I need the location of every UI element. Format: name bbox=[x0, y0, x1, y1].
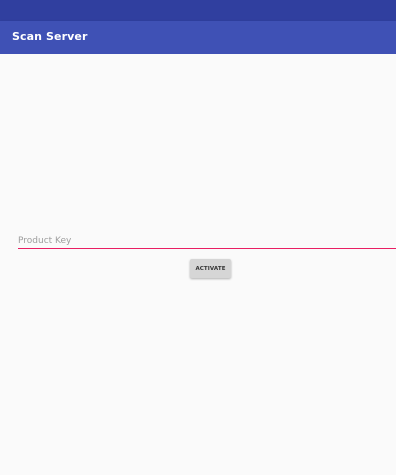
app-title: Scan Server bbox=[12, 30, 88, 43]
activate-button[interactable]: ACTIVATE bbox=[190, 259, 231, 278]
app-bar: Scan Server bbox=[0, 21, 396, 54]
product-key-input[interactable] bbox=[18, 235, 396, 249]
status-bar bbox=[0, 0, 396, 21]
